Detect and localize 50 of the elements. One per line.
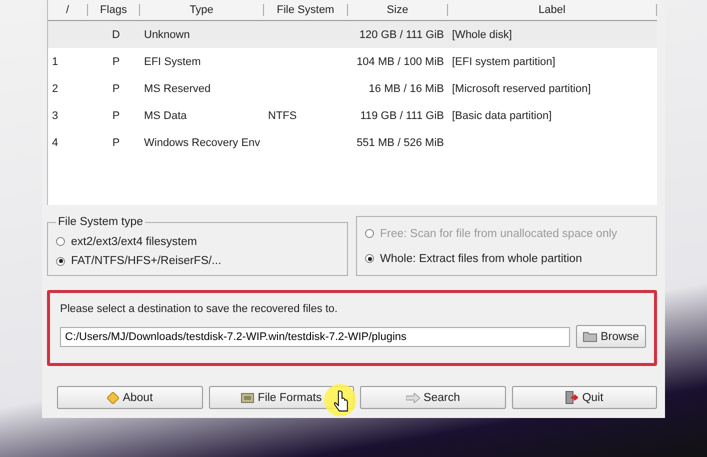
browse-button[interactable]: Browse — [576, 325, 646, 348]
table-cell-text: 3 — [51, 110, 60, 122]
table-cell-text: [Basic data partition] — [451, 110, 553, 122]
path-field[interactable]: C:/Users/MJ/Downloads/testdisk-7.2-WIP.win/testdisk-7.2-WIP/plugins — [60, 326, 570, 346]
table-cell-text: P — [111, 82, 121, 94]
exit-door-icon — [565, 391, 578, 404]
action-button[interactable]: Quit — [512, 386, 657, 409]
table-cell-text: MS Data — [143, 110, 188, 122]
table-cell-text: Unknown — [143, 28, 191, 40]
group-title: File System type — [57, 216, 144, 228]
table-cell-text: 2 — [51, 82, 60, 94]
table-cell-text: [EFI system partition] — [451, 56, 556, 68]
table-cell-text: Windows Recovery Env — [143, 136, 262, 148]
image-icon — [240, 392, 254, 402]
column-header[interactable]: Label — [448, 4, 657, 16]
table-cell-text: P — [111, 110, 121, 122]
table-row[interactable]: 4 P Windows Recovery Env 551 MB / 526 MiB — [48, 129, 657, 156]
column-header[interactable]: Size — [348, 4, 448, 16]
column-header[interactable]: Flags — [88, 4, 140, 16]
table-cell-text: 120 GB / 111 GiB — [358, 28, 445, 40]
radio-option[interactable]: Whole: Extract files from whole partition — [365, 252, 648, 264]
action-button[interactable]: Search — [360, 386, 506, 409]
column-header[interactable]: Type — [140, 4, 264, 16]
table-row[interactable]: 1 P EFI System 104 MB / 100 MiB [EFI system partition] — [48, 48, 657, 75]
table-row[interactable]: 3 P MS Data NTFS 119 GB / 111 GiB [Basic data partition] — [48, 102, 657, 129]
table-cell-text: MS Reserved — [143, 82, 212, 94]
destination-prompt: Please select a destination to save the recovered files to. — [60, 303, 339, 315]
table-cell-text: [Whole disk] — [451, 28, 513, 40]
table-cell-text: 4 — [51, 136, 60, 148]
table-row[interactable]: 2 P MS Reserved 16 MB / 16 MiB [Microsoft reserved partition] — [48, 75, 657, 102]
table-cell-text: 119 GB / 111 GiB — [359, 110, 445, 122]
table-cell-text: NTFS — [267, 110, 298, 122]
folder-icon — [582, 331, 597, 342]
table-row[interactable]: D Unknown 120 GB / 111 GiB [Whole disk] — [48, 21, 657, 48]
table-cell-text: P — [111, 56, 121, 68]
diamond-icon — [106, 392, 119, 404]
table-cell-text: P — [111, 136, 121, 148]
arrow-icon — [406, 392, 420, 402]
radio-option[interactable]: FAT/NTFS/HFS+/ReiserFS/... — [56, 255, 339, 268]
table-cell-text: 1 — [51, 56, 60, 68]
table-cell-text: D — [111, 28, 121, 40]
table-cell-text: 104 MB / 100 MiB — [356, 56, 445, 68]
action-button[interactable]: About — [57, 386, 202, 409]
radio-option[interactable]: ext2/ext3/ext4 filesystem — [56, 236, 339, 248]
table-cell-text: EFI System — [143, 56, 202, 68]
column-header[interactable]: File System — [264, 4, 348, 16]
table-cell-text: [Microsoft reserved partition] — [451, 82, 592, 94]
column-header[interactable]: / — [48, 4, 88, 16]
table-cell-text: 551 MB / 526 MiB — [356, 136, 445, 148]
table-cell-text: 16 MB / 16 MiB — [368, 82, 445, 94]
